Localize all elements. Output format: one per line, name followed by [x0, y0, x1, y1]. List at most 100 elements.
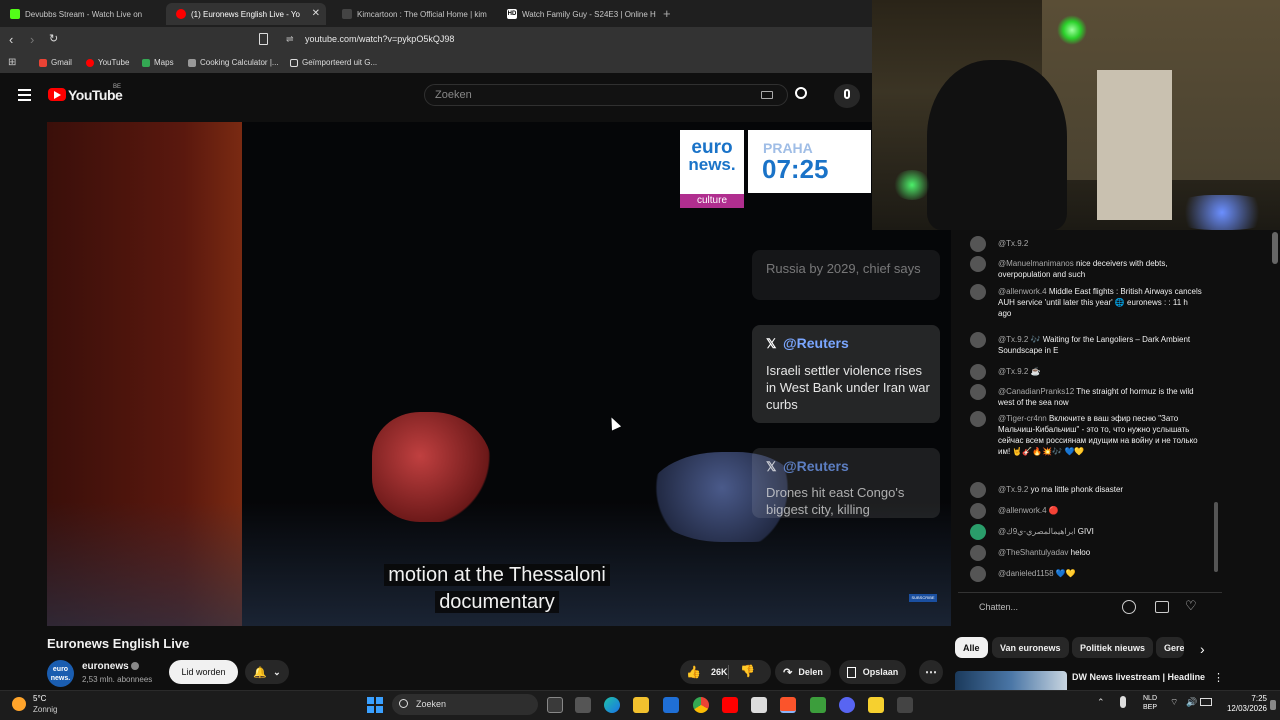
- join-button[interactable]: Lid worden: [169, 660, 238, 684]
- heart-icon[interactable]: ♡: [1185, 598, 1197, 614]
- chat-scrollbar[interactable]: [1214, 502, 1218, 572]
- chip-related[interactable]: Gerel: [1156, 637, 1184, 658]
- url-field[interactable]: youtube.com/watch?v=pykpO5kQJ98: [305, 34, 454, 44]
- microphone-icon[interactable]: [1120, 696, 1126, 708]
- taskbar-search[interactable]: Zoeken: [392, 694, 538, 715]
- avatar[interactable]: [970, 364, 986, 380]
- avatar[interactable]: [970, 545, 986, 561]
- search-input[interactable]: Zoeken: [424, 84, 788, 106]
- chat-author[interactable]: @CanadianPranks12: [998, 387, 1074, 396]
- site-info-icon[interactable]: ⇌: [286, 34, 294, 45]
- chat-author[interactable]: @ابراهيمالمصري-ي9ك: [998, 527, 1076, 536]
- notification-icon[interactable]: [1270, 700, 1276, 710]
- close-tab-icon[interactable]: ✕: [312, 8, 320, 19]
- edge-icon[interactable]: [604, 697, 620, 713]
- keyboard-icon[interactable]: [761, 91, 773, 99]
- save-button[interactable]: Opslaan: [839, 660, 906, 684]
- back-icon[interactable]: ‹: [9, 32, 13, 47]
- bookmark-cooking[interactable]: Cooking Calculator |...: [188, 58, 279, 67]
- video-player[interactable]: euro news. culture PRAHA 07:25 Russia by…: [47, 122, 951, 626]
- avatar[interactable]: [970, 503, 986, 519]
- forward-icon[interactable]: ›: [30, 32, 34, 47]
- file-explorer-icon[interactable]: [633, 697, 649, 713]
- chrome-icon[interactable]: [693, 697, 709, 713]
- chat-author[interactable]: @TheShantulyadav: [998, 548, 1068, 557]
- recommended-title[interactable]: DW News livestream | Headline: [1072, 672, 1205, 682]
- bookmark-icon[interactable]: [259, 33, 268, 45]
- weather-sun-icon[interactable]: [12, 697, 26, 711]
- bookmark-folder[interactable]: Geïmporteerd uit G...: [290, 58, 377, 67]
- bookmark-gmail[interactable]: Gmail: [39, 58, 72, 67]
- store-icon[interactable]: [575, 697, 591, 713]
- chat-author[interactable]: @Tiger-cr4nn: [998, 414, 1047, 423]
- weather-desc[interactable]: Zonnig: [33, 705, 57, 714]
- voice-search-button[interactable]: [834, 84, 860, 108]
- youtube-logo-icon[interactable]: [48, 88, 66, 101]
- chat-author[interactable]: @Tx.9.2: [998, 335, 1028, 344]
- windows-start-icon[interactable]: [367, 697, 383, 713]
- super-chat-icon[interactable]: [1155, 601, 1169, 613]
- more-options-icon[interactable]: ⋮: [1213, 671, 1224, 684]
- bookmark-maps[interactable]: Maps: [142, 58, 174, 67]
- task-view-icon[interactable]: [547, 697, 563, 713]
- chip-euronews[interactable]: Van euronews: [992, 637, 1069, 658]
- like-icon[interactable]: 👍: [686, 665, 701, 679]
- reload-icon[interactable]: ↻: [49, 32, 58, 45]
- chevron-right-icon[interactable]: ›: [1200, 641, 1205, 657]
- subscribe-badge[interactable]: SUBSCRIBE: [909, 594, 937, 602]
- emoji-icon[interactable]: [1122, 600, 1136, 614]
- chat-author[interactable]: @allenwork.4: [998, 287, 1047, 296]
- recommended-thumbnail[interactable]: [955, 671, 1067, 690]
- menu-icon[interactable]: [18, 89, 31, 101]
- share-button[interactable]: ↷ Delen: [775, 660, 831, 684]
- browser-tab[interactable]: Devubbs Stream - Watch Live on: [0, 3, 160, 25]
- clock[interactable]: 7:25 12/03/2026: [1222, 694, 1267, 714]
- discord-icon[interactable]: [839, 697, 855, 713]
- app-icon[interactable]: [897, 697, 913, 713]
- weather-temp[interactable]: 5°C: [33, 694, 46, 703]
- youtube-app-icon[interactable]: [722, 697, 738, 713]
- dislike-icon[interactable]: 👎: [740, 664, 755, 678]
- avatar[interactable]: [970, 524, 986, 540]
- brave-icon[interactable]: [780, 697, 796, 713]
- outlook-icon[interactable]: [663, 697, 679, 713]
- more-actions-button[interactable]: ⋯: [919, 660, 943, 684]
- avatar[interactable]: [970, 256, 986, 272]
- chat-author[interactable]: @Tx.9.2: [998, 239, 1028, 248]
- chat-author[interactable]: @Manuelmanimanos: [998, 259, 1074, 268]
- avatar[interactable]: [970, 411, 986, 427]
- browser-tab-active[interactable]: (1) Euronews English Live - Yo ✕: [166, 3, 326, 25]
- calculator-icon[interactable]: [751, 697, 767, 713]
- avatar[interactable]: [970, 384, 986, 400]
- browser-tab[interactable]: HD Watch Family Guy - S24E3 | Online H: [497, 3, 657, 25]
- search-icon[interactable]: [795, 87, 807, 99]
- like-count[interactable]: 26K: [711, 667, 728, 677]
- page-scrollbar[interactable]: [1272, 232, 1278, 264]
- volume-icon[interactable]: 🔊: [1186, 697, 1197, 708]
- language-indicator[interactable]: NLD BEP: [1143, 694, 1157, 712]
- apps-grid-icon[interactable]: ⊞: [8, 57, 16, 68]
- app-icon[interactable]: [810, 697, 826, 713]
- avatar[interactable]: [970, 566, 986, 582]
- tray-chevron-icon[interactable]: ⌃: [1097, 697, 1105, 708]
- bookmark-youtube[interactable]: YouTube: [86, 58, 129, 67]
- chat-author[interactable]: @allenwork.4: [998, 506, 1047, 515]
- channel-name[interactable]: euronews: [82, 661, 129, 672]
- browser-tab[interactable]: Kimcartoon : The Official Home | kim: [332, 3, 492, 25]
- chat-author[interactable]: @Tx.9.2: [998, 485, 1028, 494]
- subscribe-bell-button[interactable]: 🔔 ⌄: [245, 660, 289, 684]
- avatar[interactable]: [970, 236, 986, 252]
- chat-author[interactable]: @danieled1158: [998, 569, 1054, 578]
- app-icon[interactable]: [868, 697, 884, 713]
- chat-input[interactable]: Chatten... ♡: [972, 597, 1212, 617]
- new-tab-icon[interactable]: +: [663, 6, 671, 21]
- avatar[interactable]: [970, 482, 986, 498]
- avatar[interactable]: [970, 332, 986, 348]
- chip-politics[interactable]: Politiek nieuws: [1072, 637, 1154, 658]
- wifi-icon[interactable]: ⌔: [1170, 697, 1178, 708]
- battery-icon[interactable]: [1200, 698, 1212, 706]
- channel-avatar[interactable]: euro news.: [47, 660, 74, 687]
- chip-all[interactable]: Alle: [955, 637, 988, 658]
- avatar[interactable]: [970, 284, 986, 300]
- chat-author[interactable]: @Tx.9.2: [998, 367, 1028, 376]
